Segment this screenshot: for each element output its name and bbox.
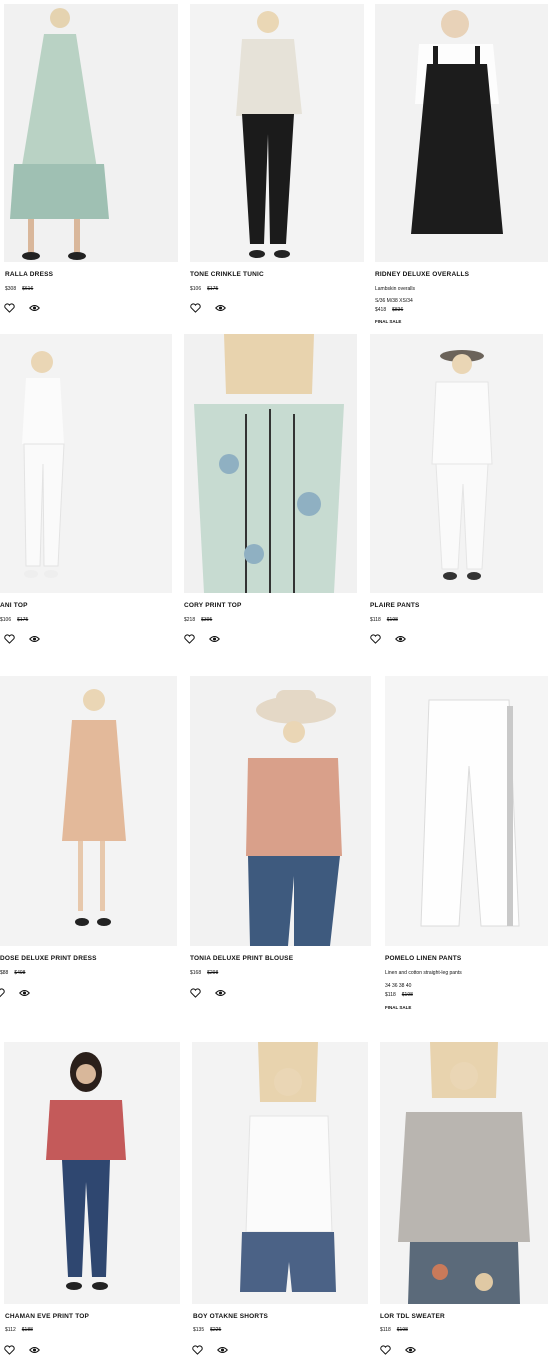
product-price: $168 $298 [190,970,219,976]
product-image[interactable] [4,1042,180,1304]
product-image[interactable] [375,4,548,262]
product-image[interactable] [190,4,364,262]
product-actions [190,300,226,313]
heart-icon[interactable] [370,631,381,644]
product-actions [190,985,226,998]
product-name[interactable]: RIDNEY DELUXE OVERALLS [375,271,469,278]
final-sale-label: FINAL SALE [375,319,402,324]
product-image[interactable] [370,334,543,593]
product-image[interactable] [192,1042,368,1304]
product-name[interactable]: RALLA DRESS [5,271,53,278]
product-sizes: 34 36 38 40 [385,983,412,989]
product-price: $88 $498 [0,970,26,976]
heart-icon[interactable] [4,631,15,644]
product-name[interactable]: PLAIRE PANTS [370,602,420,609]
eye-icon[interactable] [395,631,406,643]
eye-icon[interactable] [19,985,30,997]
heart-icon[interactable] [380,1342,391,1355]
original-price: $188 [21,1327,33,1333]
eye-icon[interactable] [29,1342,40,1354]
product-image[interactable] [184,334,357,593]
product-actions [4,1342,40,1355]
product-price: $308 $616 [5,286,34,292]
product-price: $218 $395 [184,617,213,623]
eye-icon[interactable] [29,631,40,643]
original-price: $616 [22,286,34,292]
final-sale-label: FINAL SALE [385,1005,412,1010]
product-actions [4,300,40,313]
product-price: $106 $175 [190,286,219,292]
heart-icon[interactable] [4,300,15,313]
product-image[interactable] [0,676,177,946]
product-price: $112 $188 [5,1327,33,1333]
product-actions [0,985,30,998]
eye-icon[interactable] [29,300,40,312]
original-price: $225 [210,1327,222,1333]
product-name[interactable]: CORY PRINT TOP [184,602,242,609]
product-price: $418 $836 [375,307,404,313]
product-price: $106 $175 [0,617,29,623]
product-actions [192,1342,228,1355]
product-name[interactable]: TONE CRINKLE TUNIC [190,271,264,278]
product-name[interactable]: CHAMAN EVE PRINT TOP [5,1313,89,1320]
product-image[interactable] [380,1042,548,1304]
original-price: $175 [207,286,219,292]
product-actions [370,631,406,644]
product-image[interactable] [190,676,371,946]
product-name[interactable]: DOSE DELUXE PRINT DRESS [0,955,97,962]
eye-icon[interactable] [215,985,226,997]
eye-icon[interactable] [405,1342,416,1354]
original-price: $298 [207,970,219,976]
heart-icon[interactable] [184,631,195,644]
eye-icon[interactable] [209,631,220,643]
product-description: Linen and cotton straight-leg pants [385,970,462,976]
heart-icon[interactable] [0,985,5,998]
product-name[interactable]: LOR TDL SWEATER [380,1313,445,1320]
product-name[interactable]: TONIA DELUXE PRINT BLOUSE [190,955,293,962]
product-image[interactable] [385,676,548,946]
product-description: Lambskin overalls [375,286,416,292]
product-actions [4,631,40,644]
product-image[interactable] [0,334,172,593]
product-price: $118 $198 [380,1327,408,1333]
product-price: $118 $198 [385,992,413,998]
original-price: $498 [14,970,26,976]
original-price: $175 [17,617,29,623]
heart-icon[interactable] [190,300,201,313]
heart-icon[interactable] [190,985,201,998]
original-price: $836 [392,307,404,313]
product-sizes: S/36 M/38 XS/34 [375,298,413,304]
eye-icon[interactable] [217,1342,228,1354]
product-price: $118 $198 [370,617,398,623]
product-name[interactable]: POMELO LINEN PANTS [385,955,461,962]
original-price: $395 [201,617,213,623]
product-actions [184,631,220,644]
product-name[interactable]: BOY OTAKNE SHORTS [193,1313,268,1320]
eye-icon[interactable] [215,300,226,312]
product-actions [380,1342,416,1355]
product-name[interactable]: ANI TOP [0,602,28,609]
heart-icon[interactable] [192,1342,203,1355]
product-price: $135 $225 [193,1327,222,1333]
original-price: $198 [386,617,398,623]
product-image[interactable] [4,4,178,262]
heart-icon[interactable] [4,1342,15,1355]
original-price: $198 [401,992,413,998]
original-price: $198 [396,1327,408,1333]
